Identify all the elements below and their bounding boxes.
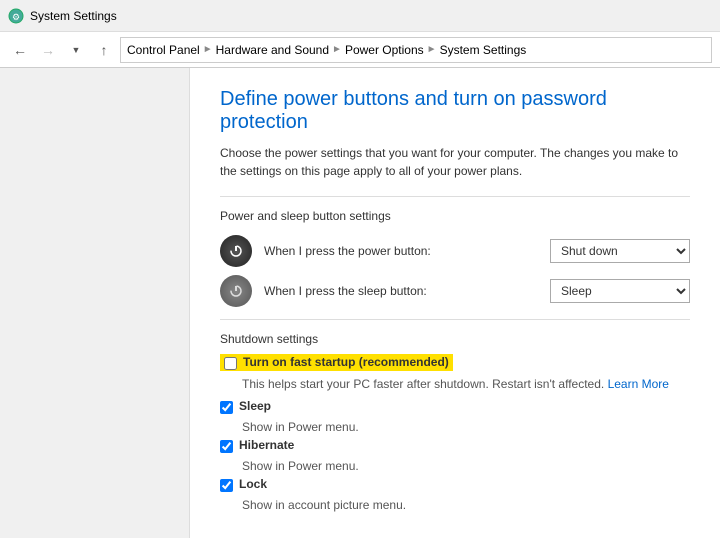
shutdown-label: Shutdown settings	[220, 332, 690, 346]
sidebar	[0, 68, 190, 538]
content-area: Define power buttons and turn on passwor…	[190, 68, 720, 538]
sleep-button-label: When I press the sleep button:	[264, 284, 538, 298]
fast-startup-highlight: Turn on fast startup (recommended)	[220, 354, 453, 371]
forward-button[interactable]: →	[36, 38, 60, 62]
hibernate-checkbox[interactable]	[220, 440, 233, 453]
fast-startup-learn-more[interactable]: Learn More	[608, 377, 669, 391]
breadcrumb-system-settings: System Settings	[440, 43, 527, 57]
lock-label-group: Lock	[239, 477, 267, 491]
power-button-row: When I press the power button: Shut down…	[220, 235, 690, 267]
power-button-icon	[220, 235, 252, 267]
sleep-label-group: Sleep	[239, 399, 271, 413]
sleep-button-icon	[220, 275, 252, 307]
hibernate-description: Show in Power menu.	[242, 459, 690, 473]
sleep-button-row: When I press the sleep button: Sleep Shu…	[220, 275, 690, 307]
power-button-label: When I press the power button:	[264, 244, 538, 258]
sleep-checkbox[interactable]	[220, 401, 233, 414]
lock-row: Lock	[220, 477, 690, 492]
sleep-description: Show in Power menu.	[242, 420, 690, 434]
lock-label[interactable]: Lock	[239, 477, 267, 491]
main-layout: Define power buttons and turn on passwor…	[0, 68, 720, 538]
dropdown-recent-button[interactable]: ▼	[64, 38, 88, 62]
hibernate-label-group: Hibernate	[239, 438, 294, 452]
lock-checkbox[interactable]	[220, 479, 233, 492]
fast-startup-label[interactable]: Turn on fast startup (recommended)	[243, 355, 449, 369]
title-bar-text: System Settings	[30, 9, 117, 23]
fast-startup-row: Turn on fast startup (recommended)	[220, 354, 690, 371]
fast-startup-checkbox[interactable]	[224, 357, 237, 370]
breadcrumb-sep-1: ►	[203, 44, 213, 55]
address-bar: ← → ▼ ↑ Control Panel ► Hardware and Sou…	[0, 32, 720, 68]
app-icon: ⚙	[8, 8, 24, 24]
lock-description: Show in account picture menu.	[242, 498, 690, 512]
divider-1	[220, 196, 690, 197]
divider-2	[220, 319, 690, 320]
page-title: Define power buttons and turn on passwor…	[220, 88, 690, 134]
breadcrumb-power-options[interactable]: Power Options	[345, 43, 424, 57]
power-sleep-label: Power and sleep button settings	[220, 209, 690, 223]
hibernate-row: Hibernate	[220, 438, 690, 453]
power-button-select[interactable]: Shut down Sleep Hibernate Turn off the d…	[550, 239, 690, 263]
title-bar: ⚙ System Settings	[0, 0, 720, 32]
sleep-row: Sleep	[220, 399, 690, 414]
svg-text:⚙: ⚙	[12, 12, 20, 22]
fast-startup-description: This helps start your PC faster after sh…	[242, 377, 690, 391]
page-description: Choose the power settings that you want …	[220, 144, 680, 180]
back-button[interactable]: ←	[8, 38, 32, 62]
sleep-button-select[interactable]: Sleep Shut down Hibernate Turn off the d…	[550, 279, 690, 303]
breadcrumb: Control Panel ► Hardware and Sound ► Pow…	[120, 37, 712, 63]
up-button[interactable]: ↑	[92, 38, 116, 62]
breadcrumb-sep-2: ►	[332, 44, 342, 55]
breadcrumb-hardware-sound[interactable]: Hardware and Sound	[216, 43, 329, 57]
breadcrumb-sep-3: ►	[427, 44, 437, 55]
breadcrumb-control-panel[interactable]: Control Panel	[127, 43, 200, 57]
fast-startup-desc-text: This helps start your PC faster after sh…	[242, 377, 604, 391]
sleep-label[interactable]: Sleep	[239, 399, 271, 413]
hibernate-label[interactable]: Hibernate	[239, 438, 294, 452]
